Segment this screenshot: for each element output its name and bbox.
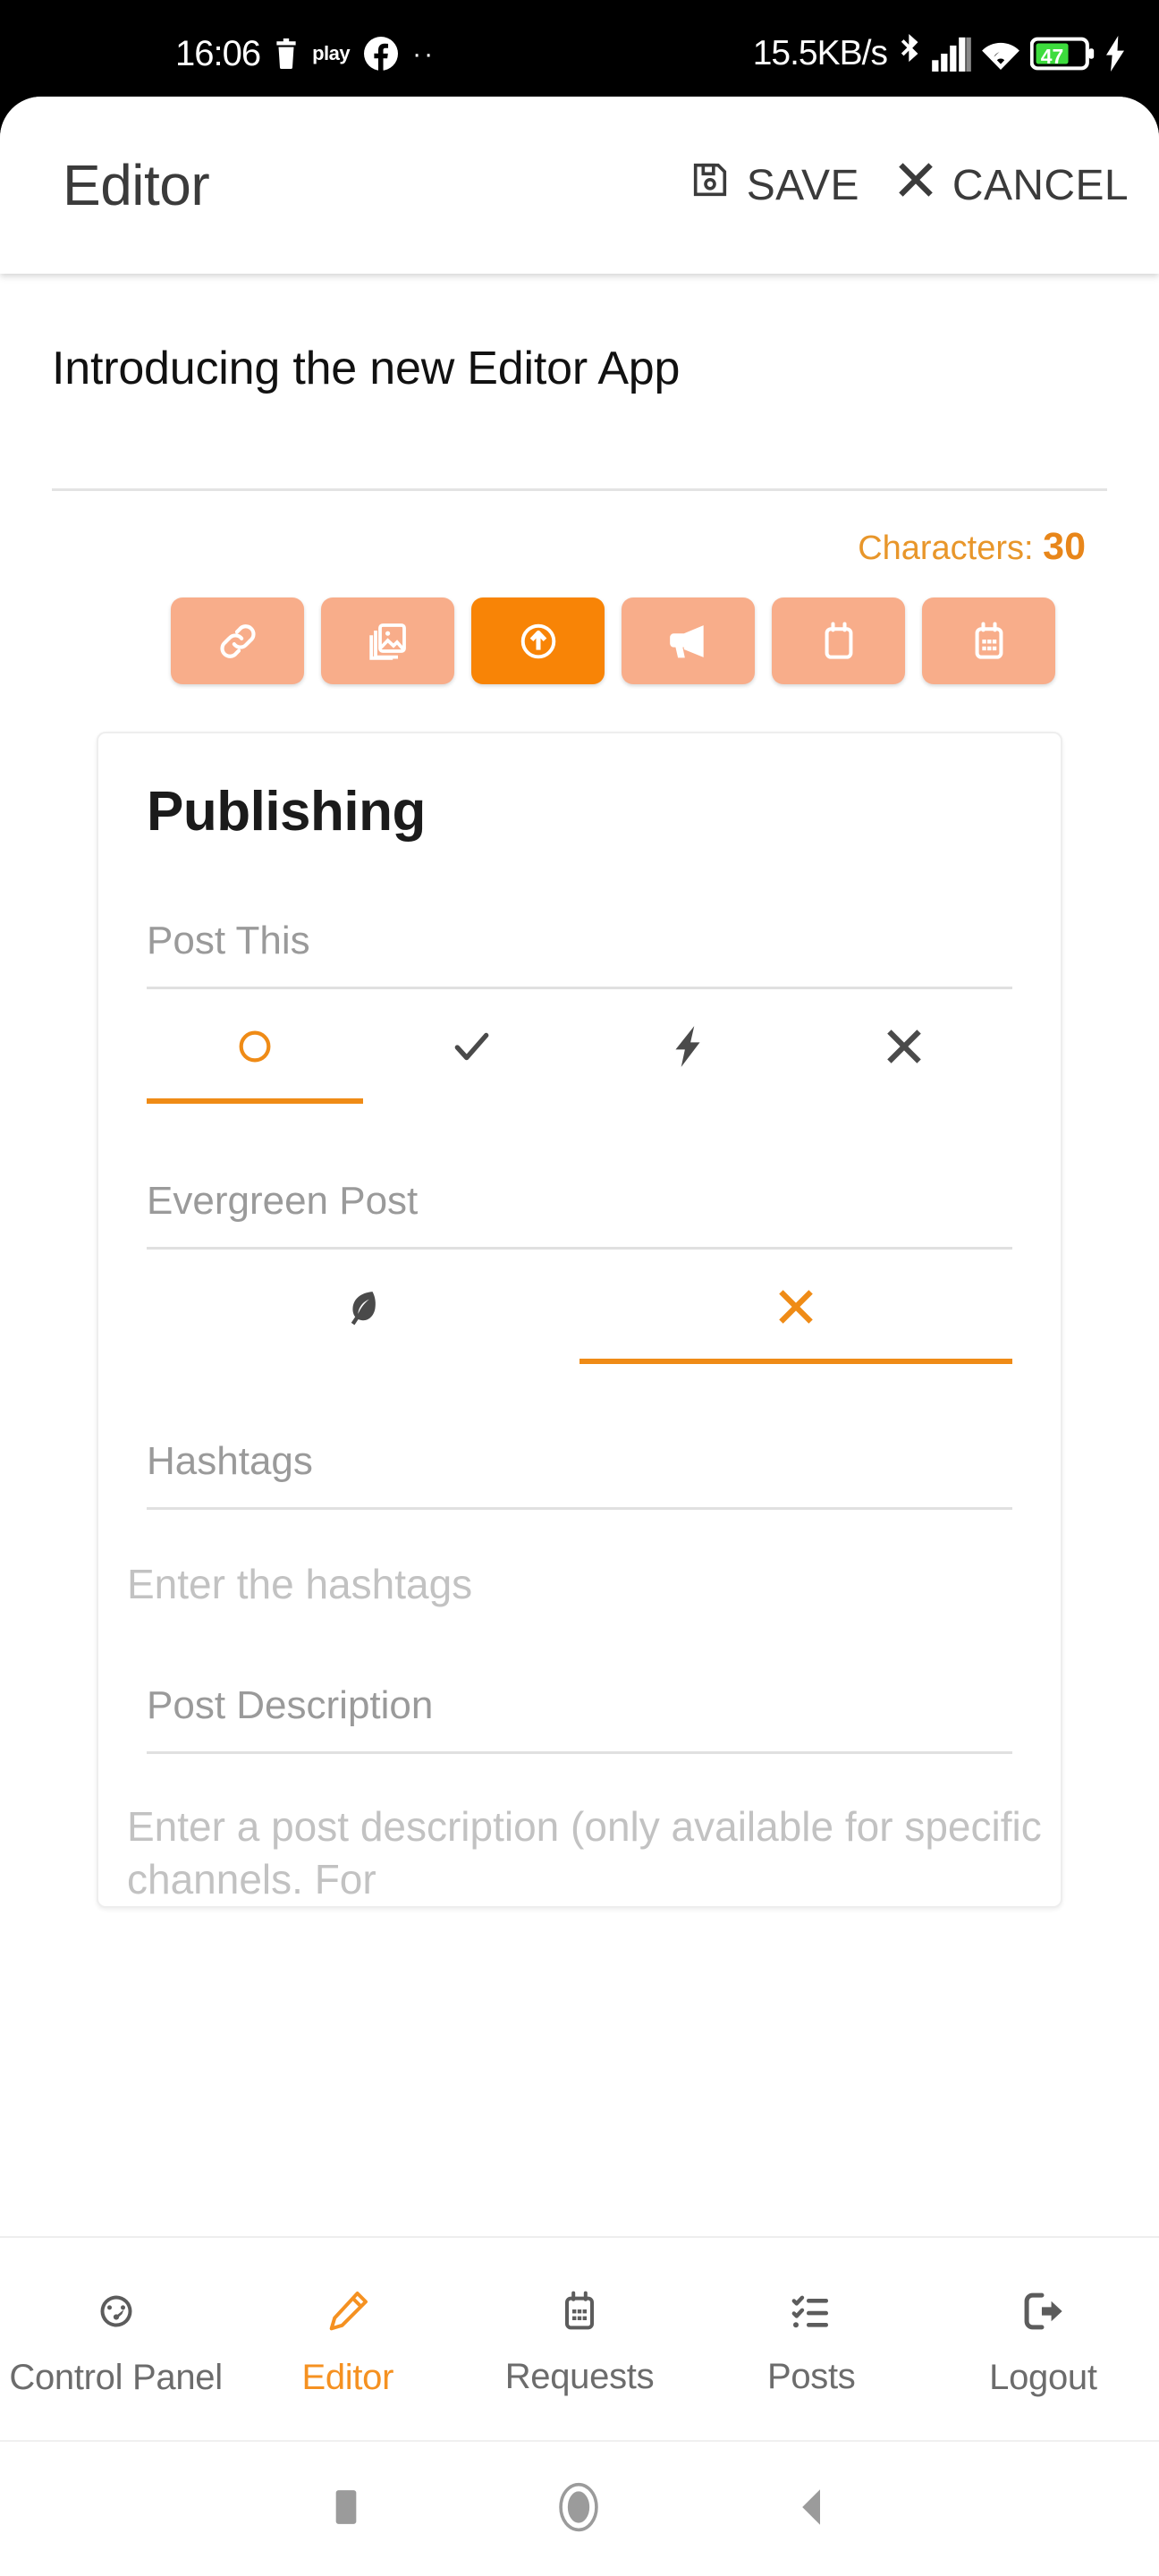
svg-text:47: 47 xyxy=(1041,45,1063,68)
post-this-tab-check[interactable] xyxy=(363,989,580,1104)
nav-label-logout: Logout xyxy=(989,2358,1097,2397)
status-bar: 16:06 play ·· 15.5KB/s 47 xyxy=(0,0,1159,107)
status-bar-right: 15.5KB/s 47 xyxy=(753,34,1127,73)
editor-toolbar xyxy=(0,569,1159,684)
cancel-button[interactable]: CANCEL xyxy=(895,159,1129,211)
toolbar-button-publish[interactable] xyxy=(471,597,605,684)
toolbar-button-calendar[interactable] xyxy=(772,597,905,684)
nav-item-editor[interactable]: Editor xyxy=(232,2289,463,2398)
pencil-icon xyxy=(326,2289,370,2338)
post-this-label: Post This xyxy=(147,919,310,962)
hashtags-label: Hashtags xyxy=(147,1439,313,1483)
post-title-input[interactable]: Introducing the new Editor App xyxy=(0,274,1159,395)
app-surface: Editor SAVE CANCEL Introducing the new E… xyxy=(0,97,1159,2576)
toolbar-button-link[interactable] xyxy=(171,597,304,684)
battery-icon: 47 xyxy=(1030,36,1095,72)
nav-item-control-panel[interactable]: Control Panel xyxy=(0,2289,232,2398)
character-counter-value: 30 xyxy=(1043,525,1086,568)
toolbar-button-schedule[interactable] xyxy=(922,597,1055,684)
cellular-signal-icon xyxy=(932,36,971,72)
notification-dots-icon: ·· xyxy=(412,38,436,69)
app-bar: Editor SAVE CANCEL xyxy=(0,97,1159,274)
logout-icon xyxy=(1020,2289,1065,2338)
evergreen-tab-leaf[interactable] xyxy=(147,1250,580,1364)
toolbar-button-images[interactable] xyxy=(321,597,454,684)
floppy-disk-icon xyxy=(689,159,731,211)
post-this-tab-circle[interactable] xyxy=(147,989,363,1104)
character-counter-label: Characters: xyxy=(858,530,1034,567)
nav-label-requests: Requests xyxy=(504,2357,655,2396)
evergreen-post-label: Evergreen Post xyxy=(147,1179,419,1223)
phone-screen: 16:06 play ·· 15.5KB/s 47 Editor SAVE CA… xyxy=(0,0,1159,2576)
character-counter: Characters: 30 xyxy=(0,491,1159,569)
evergreen-post-tabs xyxy=(147,1250,1012,1364)
publishing-card: Publishing Post This Evergreen Post Hash… xyxy=(97,732,1062,1908)
post-this-tab-close[interactable] xyxy=(796,989,1012,1104)
close-x-icon xyxy=(895,159,936,211)
wifi-icon xyxy=(980,37,1021,71)
post-description-label: Post Description xyxy=(147,1683,434,1727)
toolbar-button-megaphone[interactable] xyxy=(622,597,755,684)
publishing-heading: Publishing xyxy=(147,781,426,843)
evergreen-tab-close[interactable] xyxy=(580,1250,1012,1364)
gauge-icon xyxy=(94,2289,139,2338)
nav-label-posts: Posts xyxy=(766,2357,856,2396)
save-button[interactable]: SAVE xyxy=(689,159,859,211)
status-bar-left: 16:06 play ·· xyxy=(32,34,753,74)
android-navigation-bar xyxy=(0,2440,1159,2576)
trash-icon xyxy=(275,38,298,69)
network-speed-label: 15.5KB/s xyxy=(752,34,888,72)
post-this-tab-lightning[interactable] xyxy=(580,989,796,1104)
list-check-icon xyxy=(790,2290,833,2337)
bluetooth-icon xyxy=(898,34,923,73)
circle-home-icon[interactable] xyxy=(557,2481,600,2538)
nav-item-posts[interactable]: Posts xyxy=(696,2290,927,2397)
editor-content: Introducing the new Editor App Character… xyxy=(0,274,1159,2234)
nav-item-requests[interactable]: Requests xyxy=(463,2290,695,2397)
bottom-navigation: Control Panel Editor Requests Posts Logo… xyxy=(0,2236,1159,2440)
nav-item-logout[interactable]: Logout xyxy=(927,2289,1159,2398)
post-this-active-underline xyxy=(147,1098,363,1104)
evergreen-active-underline xyxy=(580,1359,1012,1364)
calendar-icon xyxy=(558,2290,601,2337)
nav-label-editor: Editor xyxy=(301,2358,394,2397)
post-description-input[interactable]: Enter a post description (only available… xyxy=(98,1754,1061,1906)
square-recents-icon[interactable] xyxy=(331,2485,361,2534)
cancel-label: CANCEL xyxy=(952,161,1129,209)
status-clock: 16:06 xyxy=(175,33,261,73)
hashtags-input[interactable]: Enter the hashtags xyxy=(98,1510,1061,1608)
facebook-icon xyxy=(364,37,399,71)
post-this-tabs xyxy=(147,989,1012,1104)
save-label: SAVE xyxy=(746,161,859,209)
triangle-back-icon[interactable] xyxy=(796,2485,828,2534)
nav-label-control-panel: Control Panel xyxy=(9,2358,223,2397)
play-store-icon-label: play xyxy=(312,42,351,64)
charging-bolt-icon xyxy=(1104,36,1127,72)
page-title: Editor xyxy=(63,153,210,217)
